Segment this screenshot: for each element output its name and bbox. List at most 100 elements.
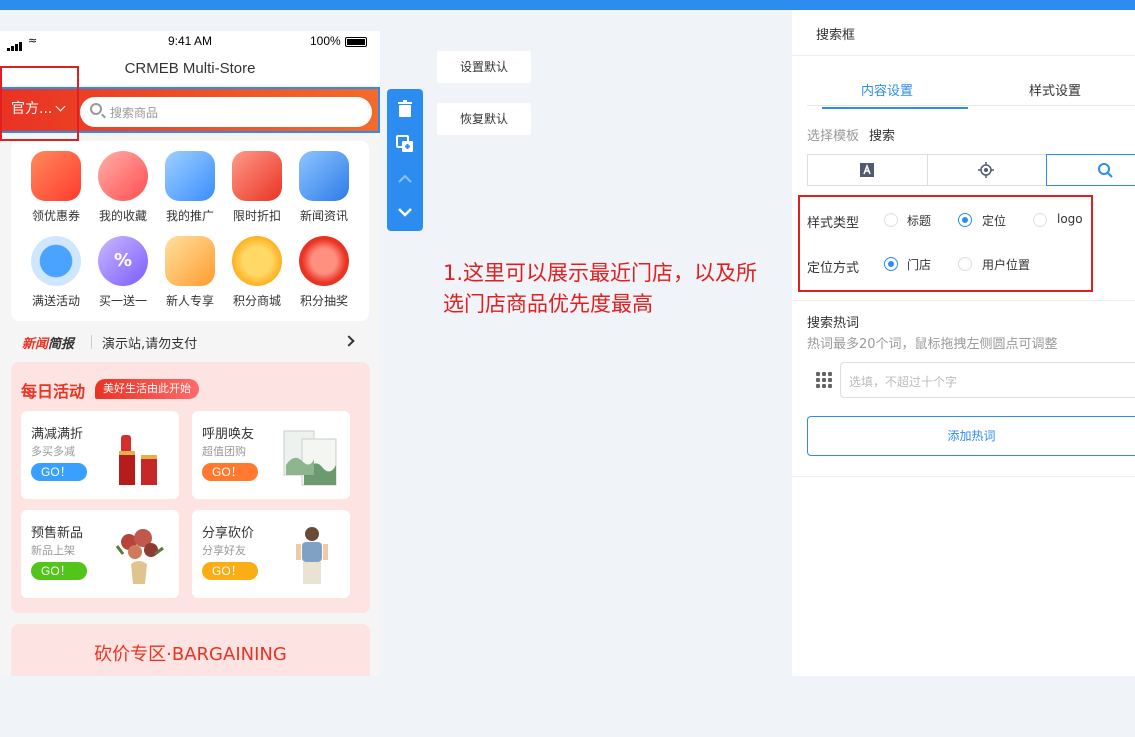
move-up-icon[interactable] [395, 169, 415, 189]
menu-item-label: 积分抽奖 [299, 294, 348, 308]
menu-item-label: 我的推广 [165, 209, 214, 223]
chevron-right-icon [343, 335, 355, 347]
chevron-down-icon [55, 101, 66, 112]
gift-icon [165, 236, 215, 286]
bargain-section[interactable]: 砍价专区·BARGAINING [11, 624, 370, 676]
news-ticker[interactable]: 新闻简报 演示站,请勿支付 [11, 327, 369, 355]
go-button[interactable]: GO！ [31, 463, 87, 481]
menu-item-full-gift[interactable]: 满送活动 [21, 236, 91, 316]
activity-card-subtitle: 超值团购 [202, 445, 246, 458]
menu-item-label: 新人专享 [165, 294, 214, 308]
locate-icon [978, 162, 994, 178]
flower-vase-image [111, 524, 167, 586]
hot-words-title: 搜索热词 [807, 316, 860, 331]
store-selector-label: 官方... [11, 98, 66, 118]
copy-icon[interactable] [395, 134, 415, 154]
hot-words-tip: 热词最多20个词，鼠标拖拽左侧圆点可调整 [807, 337, 1058, 352]
tab-content-settings[interactable]: 内容设置 [807, 80, 968, 109]
tab-style-settings[interactable]: 样式设置 [975, 80, 1135, 99]
phone-status-bar: ≈ 9:41 AM 100% [0, 31, 380, 53]
hot-word-placeholder: 选填，不超过十个字 [849, 375, 958, 389]
menu-item-label: 积分商城 [232, 294, 281, 308]
battery-icon [345, 37, 367, 47]
activity-card-title: 呼朋唤友 [202, 427, 255, 442]
activity-card-title: 满减满折 [31, 427, 84, 442]
template-option-search[interactable] [1046, 154, 1135, 186]
activity-card-subtitle: 分享好友 [202, 544, 246, 557]
top-accent-bar [0, 0, 1135, 10]
menu-item-label: 满送活动 [31, 294, 80, 308]
activity-card-subtitle: 新品上架 [31, 544, 75, 557]
percent-icon: % [98, 236, 148, 286]
discount-icon [232, 151, 282, 201]
news-icon [299, 151, 349, 201]
menu-item-points-mall[interactable]: 积分商城 [222, 236, 292, 316]
lipstick-image [111, 425, 167, 487]
search-icon [90, 103, 102, 115]
delete-icon[interactable] [395, 99, 415, 119]
menu-item-favorite[interactable]: 我的收藏 [88, 151, 158, 231]
activity-card-subtitle: 多买多减 [31, 445, 75, 458]
menu-item-coupon[interactable]: 领优惠券 [21, 151, 91, 231]
section-divider [792, 476, 1135, 477]
promotion-icon [165, 151, 215, 201]
menu-item-label: 新闻资讯 [299, 209, 348, 223]
go-button[interactable]: GO！ [202, 562, 258, 580]
phone-preview: ≈ 9:41 AM 100% CRMEB Multi-Store 搜索商品 官方… [0, 31, 380, 676]
painting-image [282, 425, 338, 487]
menu-item-news[interactable]: 新闻资讯 [289, 151, 359, 231]
news-divider [91, 335, 92, 349]
menu-item-bogo[interactable]: % 买一送一 [88, 236, 158, 316]
template-option-text[interactable] [808, 155, 928, 185]
go-button[interactable]: GO！ [202, 463, 258, 481]
panel-title: 搜索框 [816, 28, 856, 43]
alarm-icon [31, 236, 81, 286]
activity-badge: 美好生活由此开始 [95, 379, 199, 399]
highlight-box [798, 195, 1093, 292]
drag-handle-icon[interactable] [816, 372, 832, 388]
menu-item-label: 我的收藏 [98, 209, 147, 223]
activity-card-title: 预售新品 [31, 526, 84, 541]
menu-item-newcomer[interactable]: 新人专享 [155, 236, 225, 316]
annotation-note: 1.这里可以展示最近门店，以及所选门店商品优先度最高 [443, 261, 758, 316]
menu-item-label: 限时折扣 [232, 209, 281, 223]
menu-item-discount[interactable]: 限时折扣 [222, 151, 292, 231]
restore-default-button[interactable]: 恢复默认 [437, 103, 531, 135]
menu-item-promotion[interactable]: 我的推广 [155, 151, 225, 231]
coins-icon [232, 236, 282, 286]
template-value: 搜索 [869, 129, 896, 144]
menu-item-label: 买一送一 [98, 294, 147, 308]
hot-word-input[interactable]: 选填，不超过十个字 [840, 362, 1135, 398]
settings-tabs: 内容设置 样式设置 [807, 72, 1135, 109]
move-down-icon[interactable] [395, 202, 415, 222]
set-default-button[interactable]: 设置默认 [437, 51, 531, 83]
panel-header: 搜索框 [792, 10, 1135, 56]
coupon-icon [31, 151, 81, 201]
activity-card-presale[interactable]: 预售新品 新品上架 GO！ [21, 510, 179, 598]
activity-card-group-buy[interactable]: 呼朋唤友 超值团购 GO！ [192, 411, 350, 499]
search-icon [1098, 163, 1113, 178]
search-input[interactable]: 搜索商品 [80, 97, 372, 127]
text-template-icon [860, 163, 874, 177]
daily-activity: 每日活动 美好生活由此开始 满减满折 多买多减 GO！ 呼朋唤友 超值团购 GO… [11, 362, 370, 613]
news-tag: 新闻简报 [22, 337, 75, 352]
settings-panel: 搜索框 内容设置 样式设置 选择模板 搜索 样式类型 标题 定位 logo 定位方… [792, 10, 1135, 676]
favorite-icon [98, 151, 148, 201]
template-row: 选择模板 搜索 [807, 125, 895, 144]
activity-card-bargain[interactable]: 分享砍价 分享好友 GO！ [192, 510, 350, 598]
lottery-icon [299, 236, 349, 286]
template-selector [807, 154, 1135, 186]
go-button[interactable]: GO！ [31, 562, 87, 580]
menu-item-lottery[interactable]: 积分抽奖 [289, 236, 359, 316]
quick-menu: 领优惠券 我的收藏 我的推广 限时折扣 新闻资讯 满送活动 % 买一送一 新人专 [11, 141, 369, 321]
template-option-location[interactable] [927, 155, 1047, 185]
activity-card-discount[interactable]: 满减满折 多买多减 GO！ [21, 411, 179, 499]
store-selector[interactable]: 官方... [0, 66, 79, 141]
section-divider [792, 300, 1135, 301]
add-hot-word-button[interactable]: 添加热词 [807, 416, 1135, 456]
model-image [282, 524, 338, 586]
component-toolbar [387, 89, 423, 231]
battery-text: 100% [310, 34, 341, 48]
activity-card-title: 分享砍价 [202, 526, 255, 541]
activity-title: 每日活动 [21, 382, 86, 401]
